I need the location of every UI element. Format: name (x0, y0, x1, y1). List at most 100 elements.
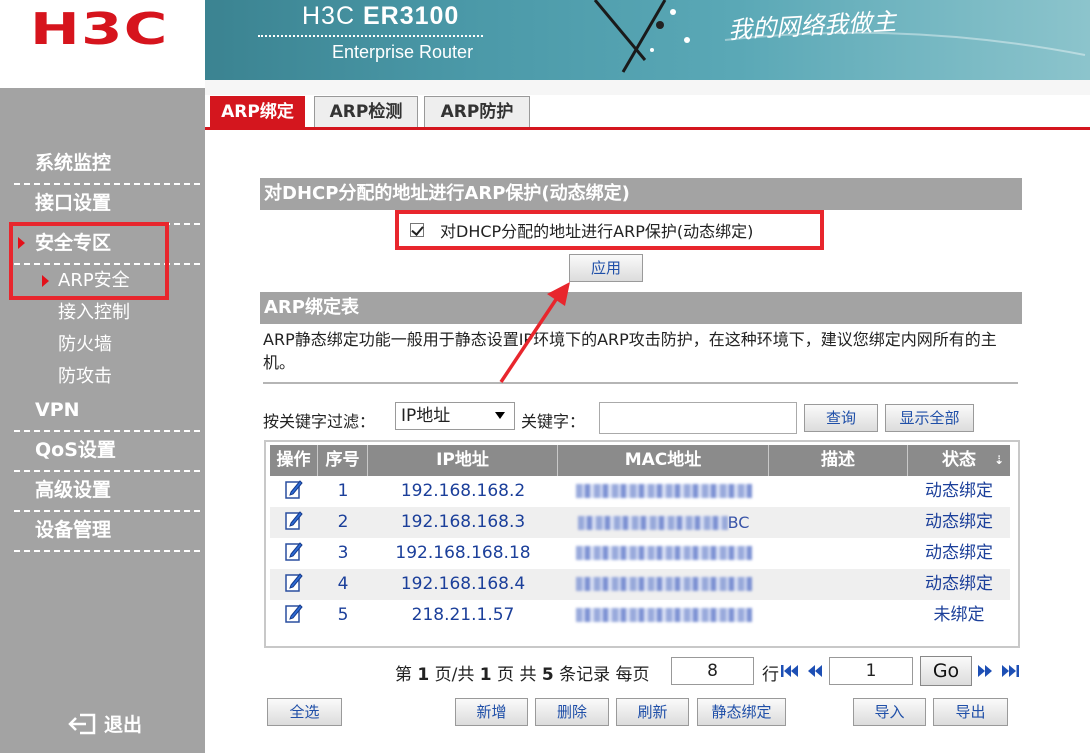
next-page-icon[interactable] (977, 664, 993, 678)
table-row: 4 192.168.168.4 动态绑定 (270, 569, 1010, 600)
row-status: 未绑定 (933, 605, 985, 625)
col-index: 序号 (318, 445, 368, 476)
sidebar-subitem-firewall[interactable]: 防火墙 (58, 329, 112, 361)
refresh-button[interactable]: 刷新 (616, 698, 689, 726)
logo-area: H3C (0, 0, 205, 88)
filter-field-select[interactable]: IP地址 (395, 402, 515, 430)
product-subtitle: Enterprise Router (332, 42, 474, 62)
logout-icon (68, 713, 96, 734)
logout-label: 退出 (104, 714, 143, 736)
sidebar-item-interface-settings[interactable]: 接口设置 (14, 185, 200, 225)
sidebar-highlight-box (9, 222, 169, 300)
col-desc: 描述 (769, 445, 908, 476)
tab-arp-detection[interactable]: ARP检测 (314, 96, 418, 128)
export-button[interactable]: 导出 (933, 698, 1008, 726)
sidebar-subitem-anti-attack[interactable]: 防攻击 (58, 361, 112, 393)
edit-button[interactable] (270, 476, 318, 507)
product-name: H3C ER3100 (302, 2, 459, 31)
sidebar-subitem-access-control[interactable]: 接入控制 (58, 297, 130, 329)
h3c-logo: H3C (30, 4, 169, 55)
row-desc (769, 538, 908, 569)
row-mac-tail: BC (727, 513, 750, 532)
table-row: 2 192.168.168.3 BC 动态绑定 (270, 507, 1010, 538)
row-index: 1 (337, 481, 349, 501)
row-ip: 192.168.168.3 (400, 512, 526, 532)
blurred-mac (575, 577, 752, 591)
apply-button[interactable]: 应用 (569, 254, 643, 282)
row-status: 动态绑定 (925, 574, 993, 594)
product-divider (258, 35, 483, 37)
edit-button[interactable] (270, 569, 318, 600)
keyword-input[interactable] (599, 402, 797, 434)
edit-button[interactable] (270, 600, 318, 631)
filter-by-label: 按关键字过滤： (263, 412, 376, 431)
row-desc (769, 507, 908, 538)
pager-sep: 页/共 (434, 665, 475, 685)
pager-row-label: 行 (762, 665, 779, 685)
row-ip: 218.21.1.57 (411, 605, 515, 625)
blurred-mac (575, 546, 752, 560)
row-mac-redacted (558, 600, 769, 631)
row-mac-redacted: BC (558, 507, 769, 538)
row-mac-redacted (558, 569, 769, 600)
pager-summary: 第 1 页/共 1 页 共 5 条记录 每页 (395, 660, 650, 685)
delete-button[interactable]: 删除 (535, 698, 609, 726)
col-mac: MAC地址 (558, 445, 769, 476)
import-button[interactable]: 导入 (853, 698, 926, 726)
arp-table-section-title: ARP绑定表 (260, 292, 1022, 324)
pager-prefix: 第 (395, 665, 412, 685)
dhcp-section-title: 对DHCP分配的地址进行ARP保护(动态绑定) (260, 178, 1022, 210)
col-status[interactable]: 状态 ⇣ (908, 445, 1010, 476)
per-page-input[interactable]: 8 (671, 657, 754, 685)
col-status-label: 状态 (942, 450, 976, 470)
col-ip: IP地址 (368, 445, 558, 476)
sidebar-item-device-management[interactable]: 设备管理 (14, 512, 200, 552)
goto-page-input[interactable]: 1 (829, 657, 913, 685)
go-button[interactable]: Go (920, 656, 972, 686)
tab-arp-protection[interactable]: ARP防护 (424, 96, 530, 128)
edit-icon (285, 480, 303, 499)
row-index: 3 (337, 543, 349, 563)
row-ip: 192.168.168.2 (400, 481, 526, 501)
tab-underline (205, 127, 1090, 130)
edit-icon (285, 604, 303, 623)
checkbox-highlight-box (395, 210, 824, 250)
sidebar-item-advanced[interactable]: 高级设置 (14, 472, 200, 512)
divider (263, 382, 1018, 384)
pager-records-suffix: 条记录 每页 (559, 665, 650, 685)
sidebar-item-system-monitor[interactable]: 系统监控 (14, 145, 200, 185)
first-page-icon[interactable] (781, 664, 799, 678)
chevron-down-icon (495, 412, 505, 419)
select-all-button[interactable]: 全选 (267, 698, 342, 726)
pager-total-records: 5 (541, 665, 554, 685)
edit-icon (285, 511, 303, 530)
row-ip: 192.168.168.4 (400, 574, 526, 594)
edit-button[interactable] (270, 507, 318, 538)
tab-arp-binding[interactable]: ARP绑定 (210, 96, 305, 128)
col-action: 操作 (270, 445, 318, 476)
edit-button[interactable] (270, 538, 318, 569)
pager-records-prefix: 页 共 (497, 665, 537, 685)
query-button[interactable]: 查询 (804, 404, 878, 432)
row-status: 动态绑定 (925, 543, 993, 563)
row-desc (769, 476, 908, 507)
row-index: 4 (337, 574, 349, 594)
row-desc (769, 569, 908, 600)
add-button[interactable]: 新增 (455, 698, 528, 726)
table-header: 操作 序号 IP地址 MAC地址 描述 状态 ⇣ (270, 445, 1010, 476)
blurred-mac (575, 608, 752, 622)
logout-button[interactable]: 退出 (68, 710, 142, 737)
static-bind-button[interactable]: 静态绑定 (697, 698, 786, 726)
header-banner: H3C ER3100 Enterprise Router 我的网络我做主 (205, 0, 1090, 80)
banner-strip (205, 80, 1090, 95)
edit-icon (285, 542, 303, 561)
row-status: 动态绑定 (925, 512, 993, 532)
prev-page-icon[interactable] (807, 664, 823, 678)
sidebar-item-qos[interactable]: QoS设置 (14, 432, 200, 472)
show-all-button[interactable]: 显示全部 (885, 404, 974, 432)
sidebar-item-vpn[interactable]: VPN (14, 392, 200, 432)
annotation-arrow-icon (499, 282, 570, 383)
keyword-label: 关键字： (521, 412, 586, 431)
last-page-icon[interactable] (1001, 664, 1019, 678)
pager-total-pages: 1 (479, 665, 492, 685)
